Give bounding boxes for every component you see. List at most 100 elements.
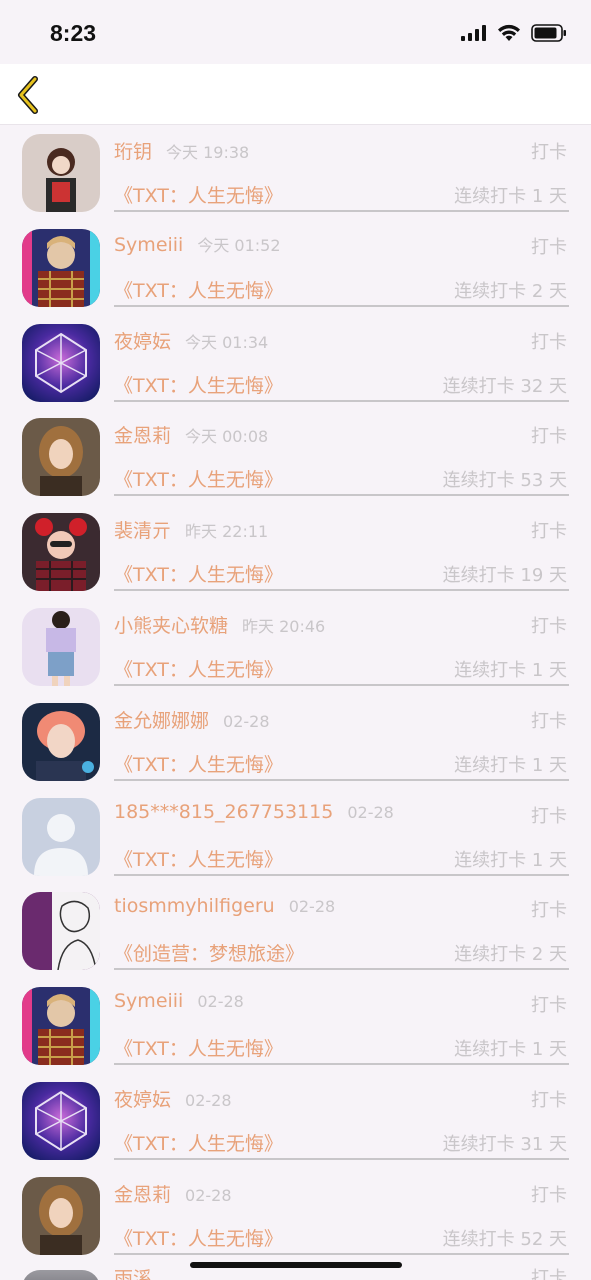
list-item[interactable]: 金恩莉 02-28 打卡 《TXT：人生无悔》 连续打卡 52 天	[0, 1169, 591, 1264]
user-name-text[interactable]: 185***815_267753115	[114, 801, 333, 823]
checkin-label: 打卡	[531, 426, 567, 448]
avatar[interactable]	[22, 607, 100, 686]
divider	[114, 494, 569, 497]
checkin-time: 02-28	[185, 1185, 232, 1205]
status-time: 8:23	[50, 20, 97, 46]
streak-count: 连续打卡 1 天	[454, 849, 567, 871]
user-name[interactable]: 金恩莉 02-28	[114, 1180, 232, 1207]
list-item[interactable]: tiosmmyhilfigeru 02-28 打卡 《创造营：梦想旅途》 连续打卡 2 …	[0, 884, 591, 979]
streak-count: 连续打卡 31 天	[442, 1133, 567, 1155]
home-indicator	[190, 1262, 402, 1268]
user-name[interactable]: 185***815_267753115 02-28	[114, 801, 394, 823]
book-title-link[interactable]: 《TXT：人生无悔》	[114, 1224, 283, 1251]
user-name-text[interactable]: 金允娜娜娜	[114, 710, 209, 732]
checkin-label: 打卡	[531, 1089, 567, 1111]
book-title-link[interactable]: 《TXT：人生无悔》	[114, 465, 283, 492]
wifi-icon	[498, 24, 520, 41]
book-title-link[interactable]: 《TXT：人生无悔》	[114, 1129, 283, 1156]
user-name-text[interactable]: 夜婷妘	[114, 331, 171, 353]
user-name[interactable]: 夜婷妘 02-28	[114, 1085, 232, 1112]
user-name[interactable]: 金允娜娜娜 02-28	[114, 706, 270, 733]
list-item[interactable]: 小熊夹心软糖 昨天 20:46 打卡 《TXT：人生无悔》 连续打卡 1 天	[0, 600, 591, 695]
checkin-label: 打卡	[531, 142, 567, 163]
checkin-time: 今天 01:52	[197, 235, 281, 255]
checkin-time: 今天 01:34	[185, 332, 269, 352]
user-name[interactable]: 夜婷妘 今天 01:34	[114, 327, 268, 354]
back-button[interactable]	[10, 76, 46, 114]
user-name[interactable]: 珩钥 今天 19:38	[114, 137, 249, 164]
book-title-link[interactable]: 《TXT：人生无悔》	[114, 845, 283, 872]
avatar[interactable]	[22, 418, 100, 497]
avatar[interactable]	[22, 702, 100, 781]
avatar[interactable]	[22, 513, 100, 592]
checkin-label: 打卡	[531, 236, 567, 258]
user-name: 雨溪	[114, 1268, 153, 1280]
checkin-time: 02-28	[223, 711, 270, 731]
list-item[interactable]: 185***815_267753115 02-28 打卡 《TXT：人生无悔》 连续打卡…	[0, 790, 591, 885]
streak-count: 连续打卡 53 天	[442, 470, 567, 492]
status-icons	[461, 24, 567, 42]
streak-count: 连续打卡 1 天	[454, 186, 567, 207]
user-name[interactable]: 金恩莉 今天 00:08	[114, 421, 268, 448]
book-title-link[interactable]: 《TXT：人生无悔》	[114, 655, 283, 682]
book-title-link[interactable]: 《TXT：人生无悔》	[114, 750, 283, 777]
checkin-time: 昨天 20:46	[242, 616, 326, 636]
book-title-link[interactable]: 《创造营：梦想旅途》	[114, 939, 304, 966]
checkin-time: 02-28	[347, 802, 394, 822]
signal-icon	[461, 25, 486, 41]
streak-count: 连续打卡 1 天	[454, 754, 567, 776]
streak-count: 连续打卡 32 天	[442, 375, 567, 397]
divider	[114, 1252, 569, 1255]
avatar[interactable]	[22, 1176, 100, 1255]
avatar[interactable]	[22, 134, 100, 212]
avatar[interactable]	[22, 1081, 100, 1160]
user-name[interactable]: Symeiii 02-28	[114, 990, 244, 1012]
user-name[interactable]: 裴清亓 昨天 22:11	[114, 516, 268, 543]
book-title-link[interactable]: 《TXT：人生无悔》	[114, 276, 283, 303]
avatar[interactable]	[22, 228, 100, 307]
user-name-text[interactable]: 金恩莉	[114, 425, 171, 447]
book-title-link[interactable]: 《TXT：人生无悔》	[114, 181, 283, 208]
avatar[interactable]	[22, 892, 100, 971]
checkin-label: 打卡	[531, 710, 567, 732]
user-name-text[interactable]: tiosmmyhilfigeru	[114, 895, 275, 917]
avatar	[22, 1270, 100, 1280]
list-item[interactable]: Symeiii 今天 01:52 打卡《TXT：人生无悔》 连续打卡 2 天	[0, 221, 591, 316]
user-name-text[interactable]: 夜婷妘	[114, 1089, 171, 1111]
status-bar: 8:23	[0, 0, 591, 64]
user-name-text[interactable]: Symeiii	[114, 234, 183, 256]
checkin-label: 打卡	[531, 615, 567, 637]
avatar[interactable]	[22, 797, 100, 876]
divider	[114, 1063, 569, 1066]
user-name-text[interactable]: 珩钥	[114, 141, 152, 163]
book-title-link[interactable]: 《TXT：人生无悔》	[114, 371, 283, 398]
user-name[interactable]: 小熊夹心软糖 昨天 20:46	[114, 611, 325, 638]
user-name-text[interactable]: 小熊夹心软糖	[114, 615, 228, 637]
list-item[interactable]: 金允娜娜娜 02-28 打卡《TXT：人生无悔》 连续打卡 1 天	[0, 695, 591, 790]
divider	[114, 1157, 569, 1160]
list-item[interactable]: 夜婷妘 02-28 打卡《TXT：人生无悔》 连续打卡 31 天	[0, 1074, 591, 1169]
list-item[interactable]: 金恩莉 今天 00:08 打卡《TXT：人生无悔》 连续打卡 53 天	[0, 410, 591, 505]
list-item[interactable]: 夜婷妘 今天 01:34 打卡 《TXT：人生无悔》 连续打卡 32 天	[0, 316, 591, 411]
checkin-label: 打卡	[531, 521, 567, 543]
divider	[114, 304, 569, 307]
user-name[interactable]: Symeiii 今天 01:52	[114, 232, 281, 256]
avatar[interactable]	[22, 987, 100, 1066]
book-title-link[interactable]: 《TXT：人生无悔》	[114, 560, 283, 587]
streak-count: 连续打卡 2 天	[454, 280, 567, 302]
divider	[114, 399, 569, 402]
chevron-left-icon	[18, 76, 38, 114]
user-name-text[interactable]: 裴清亓	[114, 520, 171, 542]
user-name-text[interactable]: 金恩莉	[114, 1184, 171, 1206]
book-title-link[interactable]: 《TXT：人生无悔》	[114, 1034, 283, 1061]
list-item[interactable]: 裴清亓 昨天 22:11 打卡 《TXT：人生无悔》 连续打卡 19 天	[0, 505, 591, 600]
divider	[114, 968, 569, 971]
user-name-text[interactable]: Symeiii	[114, 990, 183, 1012]
list-item[interactable]: 珩钥 今天 19:38 打卡《TXT：人生无悔》 连续打卡 1 天	[0, 126, 591, 221]
divider	[114, 873, 569, 876]
avatar[interactable]	[22, 323, 100, 402]
list-item[interactable]: Symeiii 02-28 打卡 《TXT：人生无悔》 连续打卡 1 天	[0, 979, 591, 1074]
checkin-label: 打卡	[531, 1184, 567, 1206]
user-name[interactable]: tiosmmyhilfigeru 02-28	[114, 895, 335, 917]
checkin-time: 今天 00:08	[185, 427, 269, 447]
